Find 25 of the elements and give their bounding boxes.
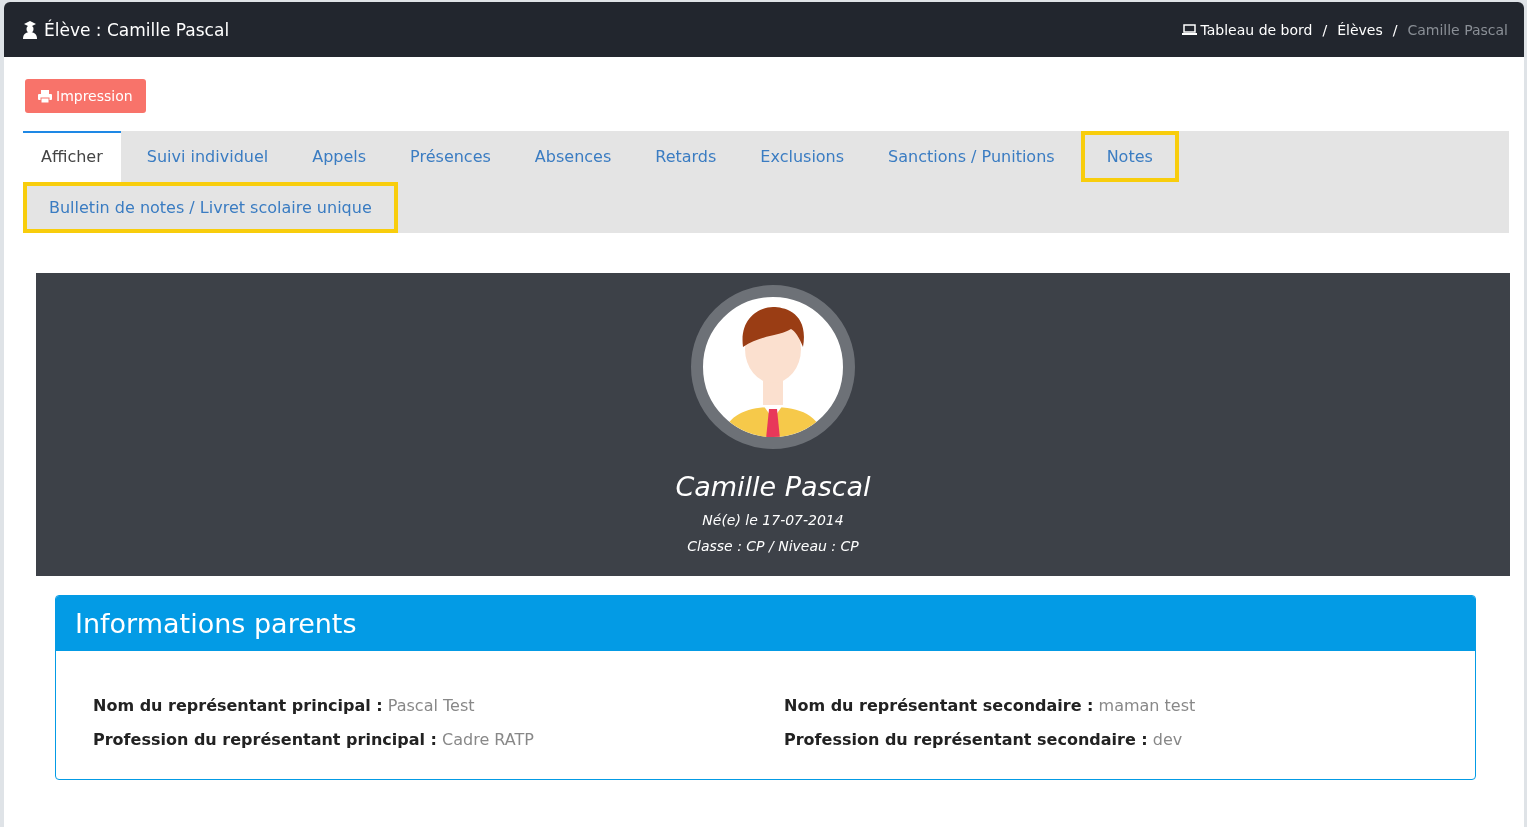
tab[interactable]: Bulletin de notes / Livret scolaire unique — [23, 182, 398, 233]
breadcrumb-link[interactable]: Tableau de bord — [1181, 21, 1313, 38]
breadcrumb-separator: / — [1392, 21, 1398, 38]
info-field: Profession du représentant principal : Cadre RATP — [93, 730, 784, 749]
tab[interactable]: Notes — [1080, 131, 1179, 182]
info-field: Nom du représentant principal : Pascal Test — [93, 696, 784, 715]
tab[interactable]: Suivi individuel — [128, 131, 287, 182]
tab[interactable]: Présences — [392, 131, 509, 182]
birth-date: Né(e) le 17-07-2014 — [702, 512, 844, 528]
tab[interactable]: Sanctions / Punitions — [870, 131, 1073, 182]
student-name: Camille Pascal — [675, 471, 871, 502]
breadcrumb-link[interactable]: Camille Pascal — [1407, 21, 1508, 38]
info-field: Profession du représentant secondaire : dev — [784, 730, 1438, 749]
tab[interactable]: Absences — [516, 131, 630, 182]
page-title: Élève : Camille Pascal — [44, 19, 230, 40]
tab[interactable]: Appels — [294, 131, 385, 182]
tab[interactable]: Exclusions — [742, 131, 863, 182]
breadcrumb-link[interactable]: Élèves — [1337, 21, 1383, 38]
class-level: Classe : CP / Niveau : CP — [687, 538, 859, 554]
print-button[interactable]: Impression — [25, 79, 146, 113]
info-field: Nom du représentant secondaire : maman test — [784, 696, 1438, 715]
breadcrumb-separator: / — [1322, 21, 1328, 38]
tab[interactable]: Afficher — [23, 131, 121, 182]
tab[interactable]: Retards — [637, 131, 735, 182]
panel-title: Informations parents — [56, 596, 1475, 651]
